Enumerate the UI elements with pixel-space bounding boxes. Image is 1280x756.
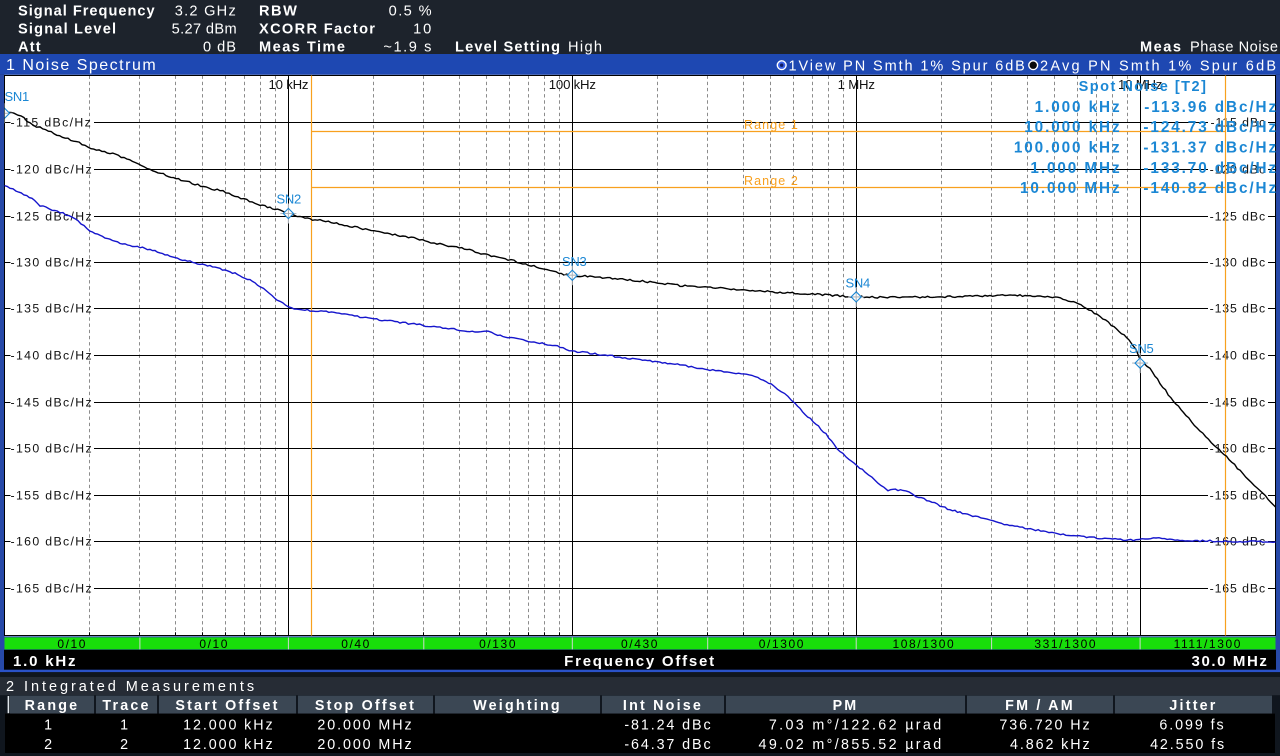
svg-text:-140 dBc: -140 dBc: [1210, 348, 1266, 362]
svg-text:Meas: Meas: [1140, 39, 1182, 55]
svg-text:-140.82 dBc/Hz: -140.82 dBc/Hz: [1143, 180, 1278, 197]
svg-text:10 kHz: 10 kHz: [268, 77, 308, 92]
svg-text:-125 dBc/Hz: -125 dBc/Hz: [11, 209, 94, 223]
svg-text:7.03 m°/122.62 µrad: 7.03 m°/122.62 µrad: [769, 718, 944, 734]
svg-text:2 Integrated Measurements: 2 Integrated Measurements: [6, 679, 257, 695]
svg-text:-150 dBc/Hz: -150 dBc/Hz: [11, 441, 94, 455]
svg-text:-81.24 dBc: -81.24 dBc: [624, 718, 712, 734]
svg-text:1View PN Smth 1% Spur 6dB: 1View PN Smth 1% Spur 6dB: [789, 58, 1027, 74]
svg-text:49.02 m°/855.52 µrad: 49.02 m°/855.52 µrad: [759, 737, 944, 753]
svg-text:1: 1: [120, 718, 130, 734]
svg-text:Spot Noise [T2]: Spot Noise [T2]: [1079, 79, 1208, 95]
svg-text:1111/1300: 1111/1300: [1174, 637, 1242, 651]
svg-text:6.099 fs: 6.099 fs: [1159, 718, 1225, 734]
svg-text:2: 2: [120, 737, 130, 753]
svg-text:-155 dBc/Hz: -155 dBc/Hz: [11, 488, 94, 502]
svg-text:Frequency Offset: Frequency Offset: [564, 653, 716, 670]
svg-text:1 MHz: 1 MHz: [838, 77, 875, 92]
svg-text:1.000 MHz: 1.000 MHz: [1030, 160, 1121, 177]
svg-text:100.000 kHz: 100.000 kHz: [1014, 140, 1122, 157]
svg-text:Weighting: Weighting: [473, 698, 562, 714]
svg-text:SN2: SN2: [277, 192, 301, 207]
svg-text:FM / AM: FM / AM: [1005, 698, 1075, 714]
svg-text:100 kHz: 100 kHz: [549, 77, 596, 92]
svg-text:4.862 kHz: 4.862 kHz: [1010, 737, 1091, 753]
svg-text:SN4: SN4: [846, 275, 870, 290]
svg-text:-135 dBc: -135 dBc: [1210, 301, 1266, 315]
svg-text:~1.9 s: ~1.9 s: [383, 39, 433, 55]
svg-text:Stop Offset: Stop Offset: [315, 698, 416, 714]
svg-text:736.720 Hz: 736.720 Hz: [999, 718, 1091, 734]
svg-text:Trace: Trace: [102, 698, 150, 714]
svg-text:10.000 MHz: 10.000 MHz: [1020, 180, 1121, 197]
svg-text:10.000 kHz: 10.000 kHz: [1024, 119, 1121, 136]
svg-text:3.2 GHz: 3.2 GHz: [175, 3, 237, 19]
svg-text:-64.37 dBc: -64.37 dBc: [624, 737, 712, 753]
svg-text:SN3: SN3: [562, 254, 586, 269]
svg-text:-160 dBc/Hz: -160 dBc/Hz: [11, 534, 94, 548]
svg-text:5.27 dBm: 5.27 dBm: [172, 21, 237, 37]
svg-text:0/10: 0/10: [57, 637, 87, 651]
svg-text:-140 dBc/Hz: -140 dBc/Hz: [11, 348, 94, 362]
svg-text:Range: Range: [25, 698, 80, 714]
svg-text:-125 dBc: -125 dBc: [1210, 209, 1266, 223]
svg-text:Start Offset: Start Offset: [175, 698, 279, 714]
svg-text:0/10: 0/10: [199, 637, 229, 651]
svg-text:-165 dBc: -165 dBc: [1210, 581, 1266, 595]
svg-text:Level Setting: Level Setting: [455, 39, 561, 55]
svg-text:-130 dBc: -130 dBc: [1210, 255, 1266, 269]
svg-text:1.000 kHz: 1.000 kHz: [1035, 99, 1122, 116]
svg-text:SN1: SN1: [5, 89, 29, 104]
svg-text:12.000 kHz: 12.000 kHz: [183, 737, 274, 753]
svg-text:30.0 MHz: 30.0 MHz: [1192, 653, 1269, 670]
svg-text:0 dB: 0 dB: [203, 39, 237, 55]
svg-text:-124.73 dBc/Hz: -124.73 dBc/Hz: [1143, 119, 1278, 136]
svg-text:Range 1: Range 1: [744, 118, 799, 132]
svg-text:-165 dBc/Hz: -165 dBc/Hz: [11, 581, 94, 595]
svg-text:-133.70 dBc/Hz: -133.70 dBc/Hz: [1143, 160, 1278, 177]
svg-text:331/1300: 331/1300: [1034, 637, 1097, 651]
svg-text:-145 dBc/Hz: -145 dBc/Hz: [11, 395, 94, 409]
svg-text:108/1300: 108/1300: [892, 637, 955, 651]
svg-text:10: 10: [413, 21, 433, 37]
svg-text:-130 dBc/Hz: -130 dBc/Hz: [11, 255, 94, 269]
svg-text:0/40: 0/40: [341, 637, 371, 651]
svg-text:Range 2: Range 2: [744, 174, 799, 188]
svg-text:12.000 kHz: 12.000 kHz: [183, 718, 274, 734]
svg-text:Jitter: Jitter: [1169, 698, 1217, 714]
svg-text:42.550 fs: 42.550 fs: [1150, 737, 1226, 753]
svg-text:20.000 MHz: 20.000 MHz: [317, 718, 413, 734]
svg-text:PM: PM: [833, 698, 859, 714]
svg-text:Int Noise: Int Noise: [623, 698, 703, 714]
svg-text:Att: Att: [18, 39, 42, 55]
svg-text:1.0 kHz: 1.0 kHz: [13, 653, 77, 670]
svg-text:-120 dBc/Hz: -120 dBc/Hz: [11, 162, 94, 176]
svg-text:-145 dBc: -145 dBc: [1210, 395, 1266, 409]
svg-text:0/430: 0/430: [621, 637, 659, 651]
svg-text:0.5 %: 0.5 %: [389, 3, 433, 19]
svg-text:RBW: RBW: [259, 3, 298, 19]
svg-text:1: 1: [44, 718, 54, 734]
svg-text:-155 dBc: -155 dBc: [1210, 488, 1266, 502]
svg-text:-113.96 dBc/Hz: -113.96 dBc/Hz: [1144, 99, 1278, 116]
svg-text:-135 dBc/Hz: -135 dBc/Hz: [11, 301, 94, 315]
svg-text:High: High: [568, 39, 603, 55]
svg-text:2: 2: [44, 737, 54, 753]
svg-text:-131.37 dBc/Hz: -131.37 dBc/Hz: [1143, 140, 1278, 157]
svg-text:SN5: SN5: [1129, 341, 1153, 356]
svg-text:1 Noise Spectrum: 1 Noise Spectrum: [6, 57, 157, 74]
svg-text:Phase Noise: Phase Noise: [1190, 39, 1279, 55]
svg-text:Meas Time: Meas Time: [259, 39, 347, 55]
svg-text:2Avg PN Smth 1% Spur 6dB: 2Avg PN Smth 1% Spur 6dB: [1040, 58, 1278, 74]
svg-text:0/130: 0/130: [479, 637, 517, 651]
svg-text:XCORR Factor: XCORR Factor: [259, 21, 376, 37]
svg-text:20.000 MHz: 20.000 MHz: [317, 737, 413, 753]
svg-text:Signal Level: Signal Level: [18, 21, 117, 37]
svg-text:Signal Frequency: Signal Frequency: [18, 3, 156, 19]
svg-text:0/1300: 0/1300: [759, 637, 805, 651]
